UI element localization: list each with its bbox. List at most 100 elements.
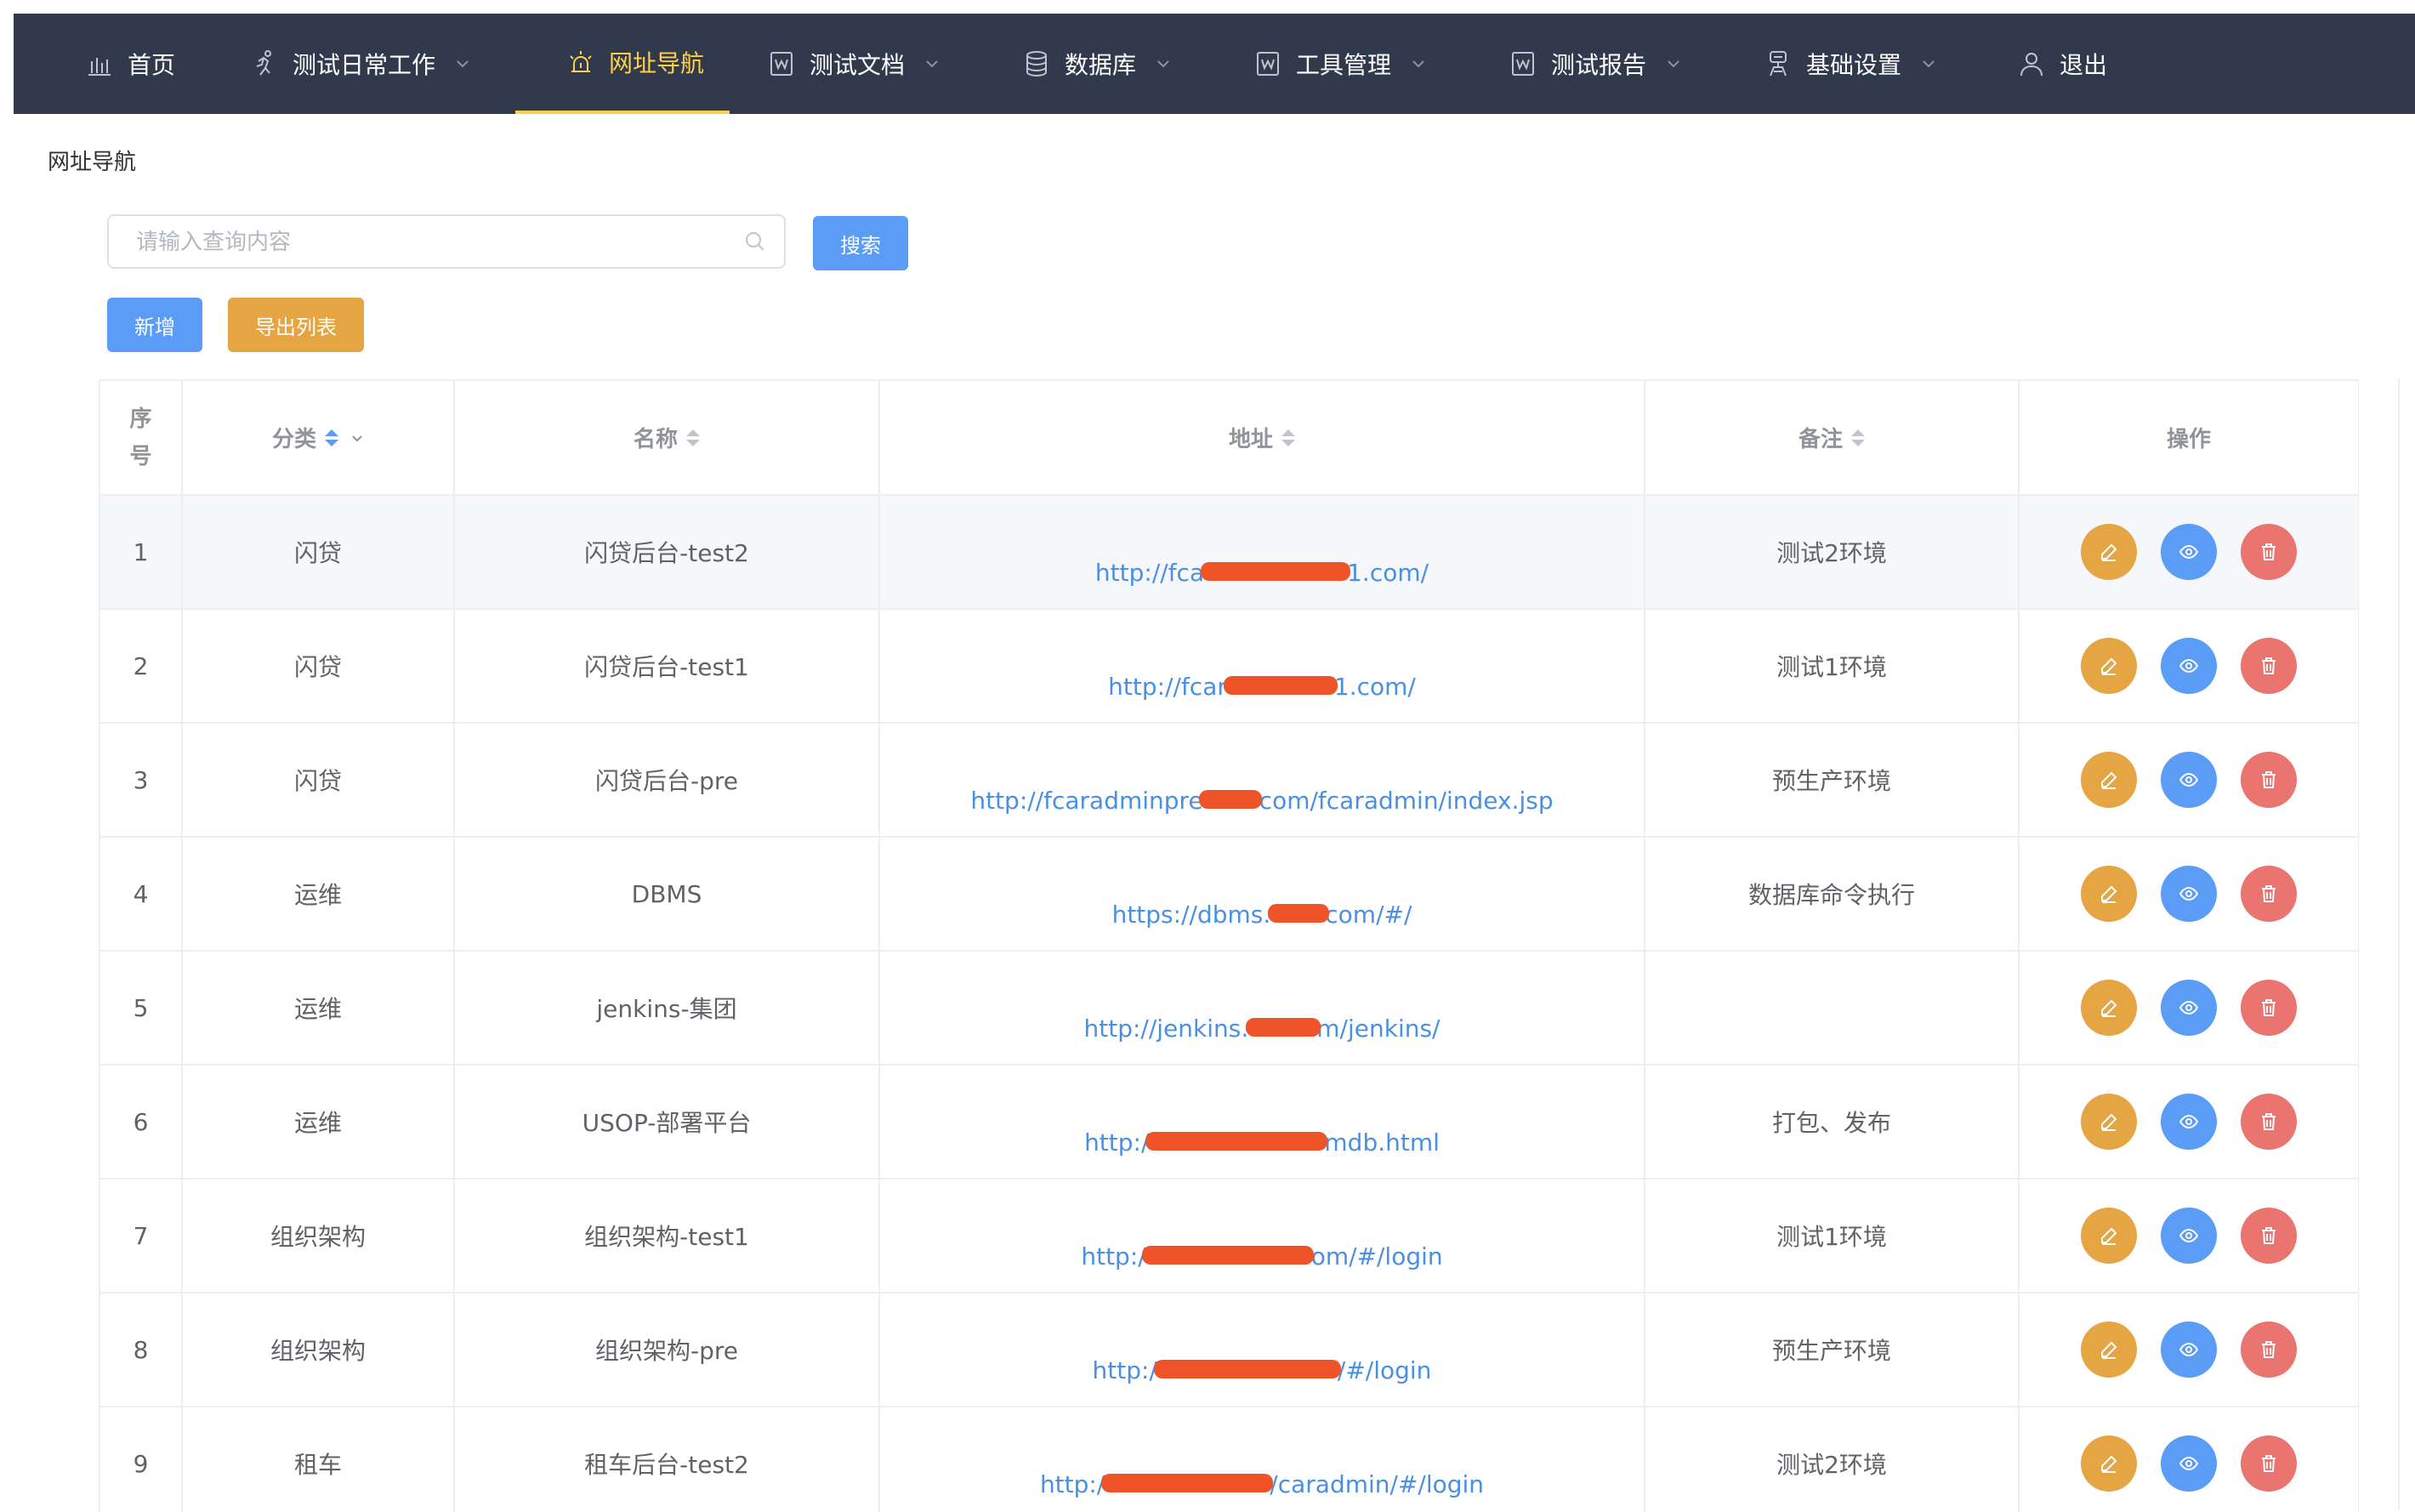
- filter-chevron-icon[interactable]: [350, 431, 364, 445]
- delete-button[interactable]: [2241, 1435, 2297, 1492]
- search-icon[interactable]: [743, 230, 767, 253]
- name-text: 闪贷后台-test1: [584, 653, 749, 681]
- nav-item-database[interactable]: 数据库: [1022, 14, 1172, 114]
- search-box: [107, 214, 786, 269]
- nav-label: 网址导航: [609, 49, 705, 77]
- nav-label: 工具管理: [1296, 51, 1392, 79]
- trash-icon: [2262, 543, 2276, 560]
- edit-button[interactable]: [2081, 866, 2137, 922]
- edit-button[interactable]: [2081, 524, 2137, 580]
- address-link[interactable]: https://dbms. com/#/: [1112, 901, 1412, 929]
- view-button[interactable]: [2161, 524, 2217, 580]
- export-list-button[interactable]: 导出列表: [228, 298, 364, 352]
- address-link[interactable]: http:/ /caradmin/#/login: [1040, 1470, 1484, 1498]
- cell-category: 运维: [182, 1065, 455, 1179]
- nav-label: 数据库: [1065, 51, 1137, 79]
- table-header-row: 序号 分类 名称 地址 备注 操作: [100, 381, 2359, 496]
- header-ops: 操作: [2019, 381, 2359, 496]
- address-link[interactable]: http://fca 1.com/: [1095, 559, 1429, 587]
- edit-button[interactable]: [2081, 980, 2137, 1036]
- search-button[interactable]: 搜索: [813, 216, 908, 270]
- table-row: 4 运维 DBMS https://dbms. com/#/ 数据库命令执行: [100, 837, 2359, 952]
- address-link[interactable]: http:/ om/#/login: [1081, 1242, 1442, 1270]
- address-link[interactable]: http:/ mdb.html: [1084, 1128, 1440, 1157]
- row-actions: [2020, 1435, 2357, 1492]
- add-button[interactable]: 新增: [107, 298, 202, 352]
- chevron-down-icon: [1920, 55, 1937, 72]
- cell-category: 组织架构: [182, 1293, 455, 1407]
- nav-item-basic-settings[interactable]: 基础设置: [1764, 14, 1937, 114]
- delete-button[interactable]: [2241, 524, 2297, 580]
- cell-category: 闪贷: [182, 495, 455, 610]
- table-row: 9 租车 租车后台-test2 http://caradmin/#/login …: [100, 1407, 2359, 1512]
- address-link[interactable]: http://fcaradminpre com/fcaradmin/index.j…: [970, 787, 1553, 815]
- chevron-down-icon: [1410, 55, 1427, 72]
- delete-button[interactable]: [2241, 866, 2297, 922]
- view-button[interactable]: [2161, 638, 2217, 694]
- sort-icon[interactable]: [1281, 429, 1295, 446]
- header-address[interactable]: 地址: [879, 381, 1645, 496]
- address-suffix: 1.com/: [1333, 672, 1416, 701]
- delete-button[interactable]: [2241, 980, 2297, 1036]
- view-button[interactable]: [2161, 980, 2217, 1036]
- edit-button[interactable]: [2081, 1322, 2137, 1378]
- nav-item-tools[interactable]: 工具管理: [1253, 14, 1427, 114]
- nav-item-test-reports[interactable]: 测试报告: [1509, 14, 1682, 114]
- header-name[interactable]: 名称: [454, 381, 880, 496]
- address-link[interactable]: http://jenkins. m/jenkins/: [1084, 1015, 1440, 1043]
- header-seq: 序号: [100, 381, 183, 496]
- edit-button[interactable]: [2081, 1208, 2137, 1264]
- view-button[interactable]: [2161, 1208, 2217, 1264]
- nav-label: 基础设置: [1806, 51, 1902, 79]
- address-suffix: om/#/login: [1310, 1242, 1443, 1270]
- nav-item-home[interactable]: 首页: [85, 14, 175, 114]
- view-button[interactable]: [2161, 866, 2217, 922]
- delete-button[interactable]: [2241, 1094, 2297, 1150]
- delete-button[interactable]: [2241, 1208, 2297, 1264]
- cell-seq: 4: [100, 837, 183, 952]
- nav-item-url-nav[interactable]: 网址导航: [515, 14, 730, 114]
- header-remark[interactable]: 备注: [1645, 381, 2020, 496]
- seq-text: 4: [133, 879, 149, 908]
- cell-address: http://jenkins. m/jenkins/: [879, 951, 1645, 1066]
- settings-person-icon: [1764, 49, 1793, 78]
- view-button[interactable]: [2161, 1435, 2217, 1492]
- header-category[interactable]: 分类: [182, 381, 455, 496]
- edit-button[interactable]: [2081, 638, 2137, 694]
- edit-button[interactable]: [2081, 1094, 2137, 1150]
- delete-button[interactable]: [2241, 1322, 2297, 1378]
- search-input[interactable]: [109, 216, 750, 269]
- row-actions: [2020, 1322, 2357, 1378]
- address-prefix: http:/: [1084, 1128, 1150, 1157]
- delete-button[interactable]: [2241, 638, 2297, 694]
- cell-remark: 测试1环境: [1645, 1179, 2020, 1293]
- nav-item-daily-work[interactable]: 测试日常工作: [250, 14, 471, 114]
- row-actions: [2020, 638, 2357, 694]
- header-seq-label: 序号: [129, 406, 152, 469]
- sort-icon[interactable]: [686, 429, 700, 446]
- delete-button[interactable]: [2241, 752, 2297, 808]
- eye-icon: [2179, 1228, 2199, 1243]
- cell-name: 组织架构-test1: [454, 1179, 880, 1293]
- address-link[interactable]: http://fcar 1.com/: [1108, 673, 1416, 701]
- edit-button[interactable]: [2081, 1435, 2137, 1492]
- nav-label: 测试文档: [810, 51, 906, 79]
- running-man-icon: [250, 49, 279, 78]
- address-prefix: http://fca: [1094, 558, 1205, 587]
- nav-item-test-docs[interactable]: 测试文档: [767, 14, 940, 114]
- address-link[interactable]: http:/ /#/login: [1093, 1356, 1432, 1384]
- remark-text: 测试1环境: [1776, 653, 1887, 681]
- sort-icon[interactable]: [325, 429, 338, 446]
- view-button[interactable]: [2161, 1094, 2217, 1150]
- sort-icon[interactable]: [1851, 429, 1865, 446]
- view-button[interactable]: [2161, 1322, 2217, 1378]
- seq-text: 2: [133, 651, 149, 680]
- view-button[interactable]: [2161, 752, 2217, 808]
- edit-button[interactable]: [2081, 752, 2137, 808]
- cell-remark: 测试2环境: [1645, 1407, 2020, 1512]
- cell-ops: [2019, 951, 2359, 1066]
- seq-text: 7: [133, 1221, 149, 1250]
- cell-ops: [2019, 1179, 2359, 1293]
- nav-item-logout[interactable]: 退出: [2017, 14, 2107, 114]
- remark-text: 测试2环境: [1776, 1451, 1887, 1479]
